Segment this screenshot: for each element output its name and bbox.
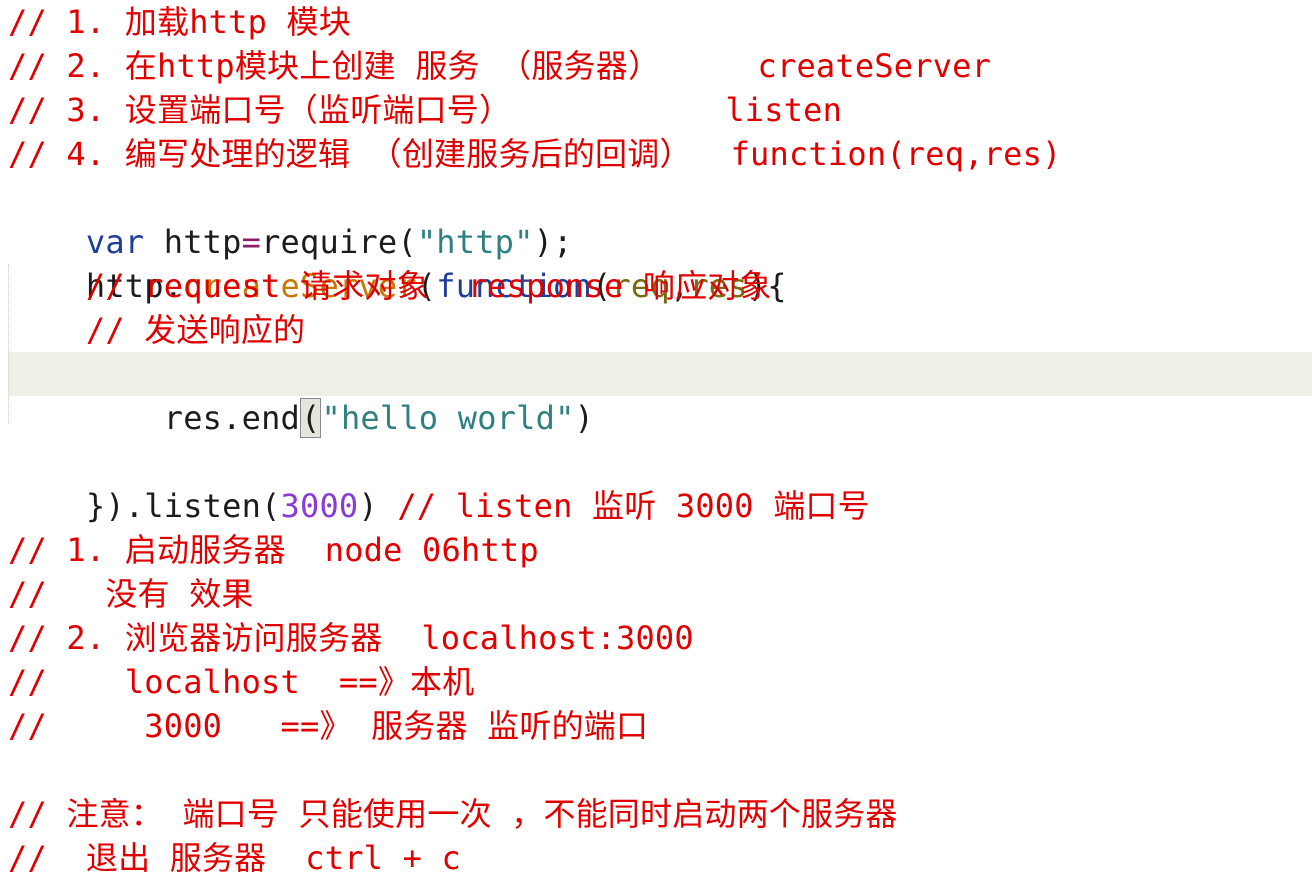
call-token: res.end [163,399,301,437]
code-editor[interactable]: // 1. 加载http 模块 // 2. 在http模块上创建 服务 （服务器… [0,0,1312,886]
code-line-6[interactable]: http.createServer(function(req,res){ [8,220,787,305]
bracket-match-token: ( [300,398,322,438]
code-line-11[interactable]: }).listen(3000) // listen 监听 3000 端口号 [8,440,870,525]
code-line-3[interactable]: // 3. 设置端口号（监听端口号） listen [8,88,842,132]
code-line-1[interactable]: // 1. 加载http 模块 [8,0,351,44]
comment-token: // listen 监听 3000 端口号 [377,487,870,525]
indent-token [86,399,164,437]
code-line-8[interactable]: // 发送响应的 [8,308,305,352]
code-line-7[interactable]: // request 请求对象 response 响应对象 [8,264,772,308]
string-token: "hello world" [321,399,575,437]
code-line-16[interactable]: // localhost ==》本机 [8,660,474,704]
code-line-20[interactable]: // 退出 服务器 ctrl + c [8,836,461,880]
code-line-5[interactable]: var http=require("http"); [8,176,573,261]
call-token: }).listen( [85,487,281,525]
code-line-2[interactable]: // 2. 在http模块上创建 服务 （服务器） createServer [8,44,991,88]
code-line-19[interactable]: // 注意： 端口号 只能使用一次 ，不能同时启动两个服务器 [8,792,898,836]
code-line-4[interactable]: // 4. 编写处理的逻辑 （创建服务后的回调） function(req,re… [8,132,1062,176]
code-line-15[interactable]: // 2. 浏览器访问服务器 localhost:3000 [8,616,694,660]
code-line-17[interactable]: // 3000 ==》 服务器 监听的端口 [8,704,648,748]
punct-token: ) [574,399,595,437]
code-line-9[interactable]: res.end("hello world") [8,352,594,438]
punct-token: ) [358,487,378,525]
code-line-14[interactable]: // 没有 效果 [8,572,254,616]
number-token: 3000 [280,487,359,525]
code-line-13[interactable]: // 1. 启动服务器 node 06http [8,528,539,572]
